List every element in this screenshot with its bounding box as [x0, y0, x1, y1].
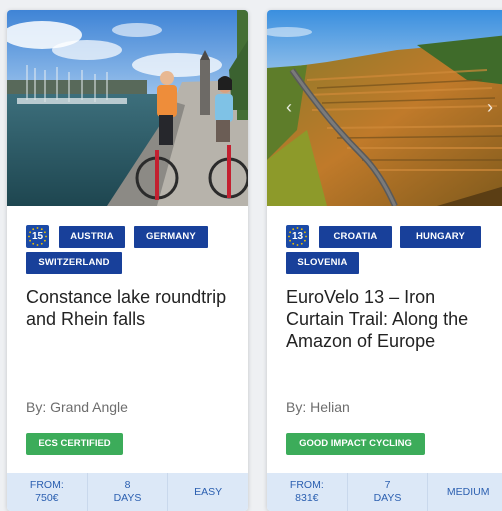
duration-unit: DAYS — [113, 492, 142, 504]
duration-cell: 7 DAYS — [348, 473, 429, 511]
duration-value: 7 — [384, 479, 391, 491]
price-label: FROM: — [289, 479, 324, 491]
country-tag-slovenia[interactable]: SLOVENIA — [286, 252, 359, 274]
eurovelo-route-badge: 13 — [286, 225, 309, 248]
country-tag-switzerland[interactable]: SWITZERLAND — [26, 252, 122, 274]
tour-author: By: Helian — [286, 399, 350, 415]
difficulty-value: EASY — [194, 485, 223, 498]
certification-badge: GOOD IMPACT CYCLING — [286, 433, 425, 455]
tour-card-eurovelo13[interactable]: ‹ › 13 CROATIA HUNGARY SLOVENIA EuroVelo… — [267, 10, 502, 511]
tour-title[interactable]: Constance lake roundtrip and Rhein falls — [26, 286, 231, 330]
tour-info-bar: FROM: 831€ 7 DAYS MEDIUM — [267, 473, 502, 511]
tour-author: By: Grand Angle — [26, 399, 128, 415]
country-tag-germany[interactable]: GERMANY — [134, 226, 208, 248]
difficulty-cell: EASY — [168, 473, 248, 511]
duration-cell: 8 DAYS — [88, 473, 169, 511]
tour-info-bar: FROM: 750€ 8 DAYS EASY — [7, 473, 248, 511]
price-value: 831€ — [295, 492, 319, 504]
certification-badge: ECS CERTIFIED — [26, 433, 123, 455]
carousel-prev-icon[interactable]: ‹ — [283, 98, 295, 116]
eurovelo-route-badge: 15 — [26, 225, 49, 248]
duration-value: 8 — [124, 479, 131, 491]
difficulty-cell: MEDIUM — [428, 473, 502, 511]
eurovelo-route-number: 13 — [291, 231, 304, 242]
tour-photo[interactable] — [7, 10, 248, 206]
carousel-next-icon[interactable]: › — [484, 98, 496, 116]
tour-card-constance[interactable]: 15 AUSTRIA GERMANY SWITZERLAND Constance… — [7, 10, 248, 511]
price-value: 750€ — [35, 492, 59, 504]
price-cell: FROM: 831€ — [267, 473, 348, 511]
difficulty-value: MEDIUM — [446, 485, 490, 498]
country-tag-austria[interactable]: AUSTRIA — [59, 226, 125, 248]
price-label: FROM: — [29, 479, 64, 491]
country-tag-hungary[interactable]: HUNGARY — [400, 226, 481, 248]
country-tag-croatia[interactable]: CROATIA — [319, 226, 392, 248]
price-cell: FROM: 750€ — [7, 473, 88, 511]
duration-unit: DAYS — [373, 492, 402, 504]
tour-photo[interactable]: ‹ › — [267, 10, 502, 206]
tour-title[interactable]: EuroVelo 13 – Iron Curtain Trail: Along … — [286, 286, 491, 352]
eurovelo-route-number: 15 — [31, 231, 44, 242]
